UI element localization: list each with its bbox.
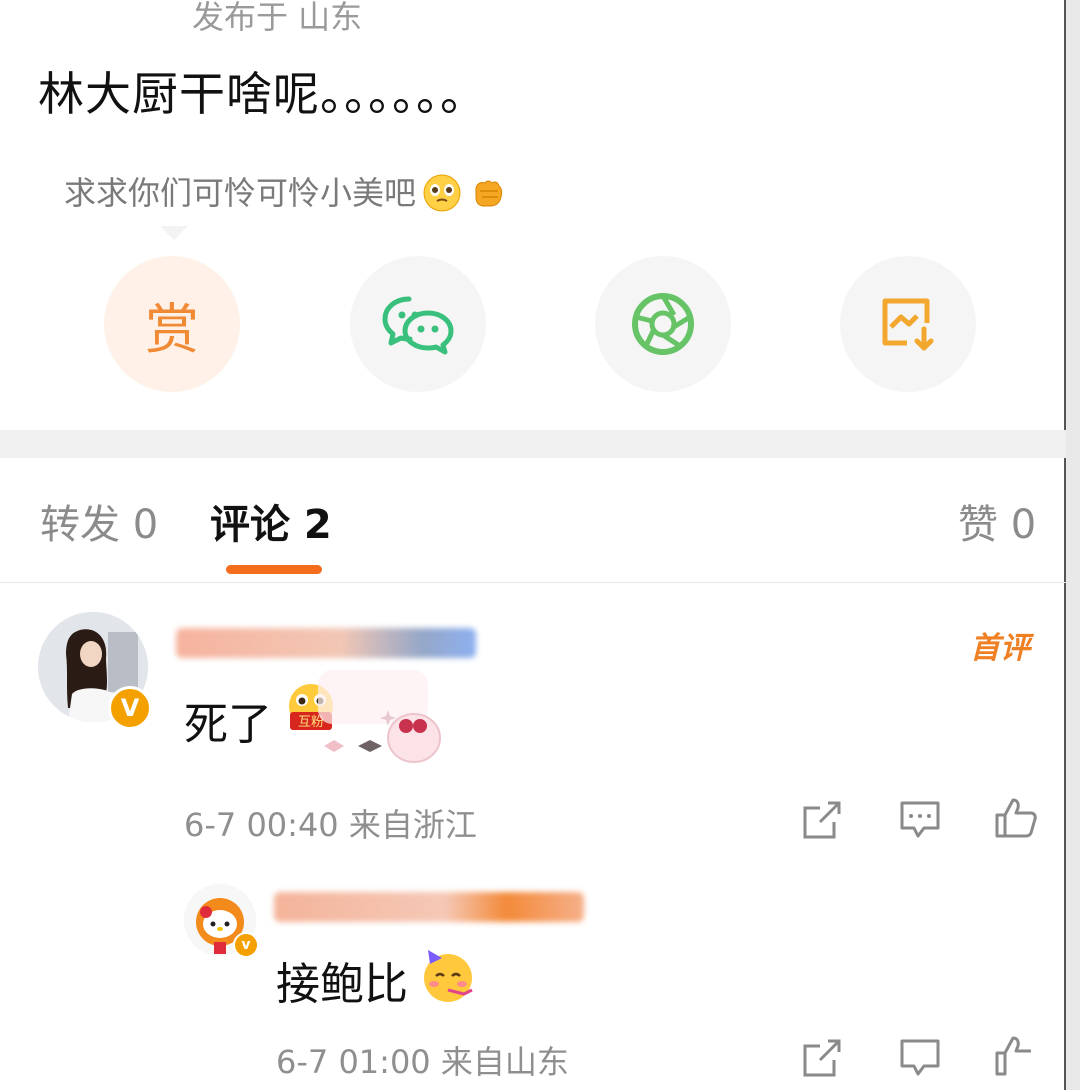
post-text: 林大厨干啥呢。。。。。。 [38, 67, 487, 121]
cake-sticker-icon [318, 670, 441, 763]
reward-button[interactable]: 赏 [104, 256, 240, 392]
reward-tip-text: 求求你们可怜可怜小美吧 [64, 174, 417, 212]
first-comment-badge: 首评 [970, 631, 1030, 666]
fist-emoji-icon [475, 180, 503, 207]
like-icon[interactable] [994, 796, 1038, 840]
moments-icon [632, 293, 694, 355]
pleading-emoji-icon [423, 174, 461, 212]
tab-divider [0, 582, 1066, 583]
reply-meta: 6-7 01:00 来自山东 [276, 1043, 569, 1081]
verified-badge-icon: V [108, 686, 152, 730]
share-moments-button[interactable] [595, 256, 731, 392]
reply-username[interactable] [274, 892, 584, 922]
tab-likes[interactable]: 赞 0 [958, 492, 1036, 550]
party-face-emoji-icon [424, 950, 473, 1002]
reply-reply-icon[interactable] [898, 1036, 942, 1080]
download-image-icon [882, 298, 934, 351]
reward-tip: 求求你们可怜可怜小美吧 [56, 158, 516, 228]
comment-text: 死了 [184, 699, 272, 750]
reply-verified-icon: v [233, 932, 259, 958]
tab-reposts[interactable]: 转发 0 [40, 492, 158, 550]
page-edge [1064, 0, 1080, 1090]
save-image-button[interactable] [840, 256, 976, 392]
reward-tip-caret [160, 226, 188, 240]
tab-comments[interactable]: 评论 2 [210, 492, 332, 550]
post-location: 发布于 山东 [192, 0, 363, 36]
share-comment-icon[interactable] [800, 798, 844, 842]
reward-label: 赏 [145, 297, 199, 361]
reply-text: 接鲍比 [276, 959, 408, 1010]
comment-username[interactable] [176, 628, 476, 658]
reply-share-icon[interactable] [800, 1036, 844, 1080]
section-separator [0, 430, 1066, 458]
active-tab-indicator [226, 565, 322, 574]
comment-meta: 6-7 00:40 来自浙江 [184, 806, 477, 844]
reply-like-icon[interactable] [994, 1034, 1038, 1078]
share-wechat-button[interactable] [350, 256, 486, 392]
reply-icon[interactable] [898, 798, 942, 842]
wechat-icon [382, 296, 454, 355]
